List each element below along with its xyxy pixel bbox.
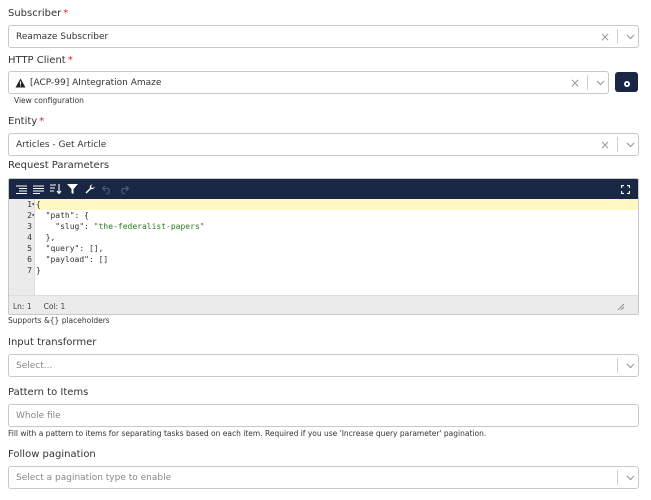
input-transformer-select[interactable]: Select...	[8, 354, 639, 377]
required-marker: *	[39, 116, 45, 127]
fold-icon[interactable]: ▾	[31, 210, 35, 221]
chevron-down-icon[interactable]	[622, 142, 638, 148]
entity-value: Articles - Get Article	[16, 139, 107, 150]
code-editor[interactable]: 1 ▾ 2 ▾ 3 4 5 6 7 { "path": { "slug": "the…	[8, 178, 639, 315]
subscriber-value: Reamaze Subscriber	[16, 31, 109, 42]
select-separator	[617, 470, 618, 485]
resize-handle-icon[interactable]	[617, 303, 625, 312]
placeholders-helper: Supports &{} placeholders	[8, 316, 110, 325]
compact-icon[interactable]	[30, 179, 47, 199]
follow-pagination-label: Follow pagination	[8, 449, 96, 460]
view-configuration-link[interactable]: View configuration	[14, 96, 84, 105]
redo-icon[interactable]	[115, 179, 132, 199]
http-client-value: [ACP-99] AIntegration Amaze	[30, 77, 162, 88]
code-area[interactable]: 1 ▾ 2 ▾ 3 4 5 6 7 { "path": { "slug": "the…	[9, 199, 638, 295]
select-separator	[617, 358, 618, 373]
select-separator	[617, 137, 618, 152]
pattern-to-items-label: Pattern to Items	[8, 387, 89, 398]
http-client-config-button[interactable]	[615, 72, 638, 92]
line-number: 1 ▾	[27, 199, 35, 210]
warning-icon	[9, 78, 26, 88]
required-marker: *	[63, 8, 69, 19]
select-separator	[617, 29, 618, 44]
follow-pagination-select[interactable]: Select a pagination type to enable	[8, 466, 639, 489]
status-column: Col: 1	[43, 301, 66, 311]
gear-icon	[623, 73, 631, 92]
http-client-label: HTTP Client *	[8, 55, 73, 66]
code-line: "path": {	[36, 211, 89, 220]
fullscreen-icon[interactable]	[617, 179, 634, 199]
select-separator	[587, 75, 588, 90]
chevron-down-icon[interactable]	[622, 475, 638, 481]
chevron-down-icon[interactable]	[592, 80, 608, 86]
undo-icon[interactable]	[98, 179, 115, 199]
subscriber-select[interactable]: Reamaze Subscriber ×	[8, 25, 639, 48]
chevron-down-icon[interactable]	[622, 363, 638, 369]
pattern-to-items-helper: Fill with a pattern to items for separat…	[8, 429, 487, 438]
line-gutter: 1 ▾ 2 ▾ 3 4 5 6 7	[9, 199, 35, 295]
line-number: 6	[27, 255, 32, 264]
editor-toolbar	[9, 179, 638, 199]
fold-icon[interactable]: ▾	[31, 199, 35, 210]
code-line: "slug": "the-federalist-papers"	[36, 222, 205, 231]
format-icon[interactable]	[13, 179, 30, 199]
request-parameters-label: Request Parameters	[8, 160, 110, 171]
input-transformer-placeholder: Select...	[16, 360, 53, 371]
clear-icon[interactable]: ×	[567, 77, 583, 89]
code-line: "query": [],	[36, 244, 104, 253]
follow-pagination-placeholder: Select a pagination type to enable	[16, 472, 172, 483]
filter-icon[interactable]	[64, 179, 81, 199]
pattern-to-items-input[interactable]: Whole file	[8, 404, 639, 427]
code-line: "payload": []	[36, 255, 109, 264]
entity-label: Entity *	[8, 116, 45, 127]
subscriber-label: Subscriber *	[8, 8, 69, 19]
input-transformer-label: Input transformer	[8, 337, 97, 348]
required-marker: *	[67, 55, 73, 66]
line-number: 2 ▾	[27, 210, 35, 221]
entity-select[interactable]: Articles - Get Article ×	[8, 133, 639, 156]
code-line: }	[36, 266, 41, 275]
line-number: 4	[27, 233, 32, 242]
editor-statusbar: Ln: 1 Col: 1	[9, 295, 638, 314]
http-client-select[interactable]: [ACP-99] AIntegration Amaze ×	[8, 71, 609, 94]
clear-icon[interactable]: ×	[597, 139, 613, 151]
line-number: 5	[27, 244, 32, 253]
chevron-down-icon[interactable]	[622, 34, 638, 40]
code-line: },	[36, 233, 56, 242]
line-number: 3	[27, 222, 32, 231]
status-line: Ln: 1	[13, 301, 32, 311]
sort-icon[interactable]	[47, 179, 64, 199]
code-content[interactable]: { "path": { "slug": "the-federalist-pape…	[35, 199, 638, 295]
code-line: {	[36, 199, 638, 210]
form: Subscriber * Reamaze Subscriber × HTTP Cl…	[0, 0, 651, 500]
wrench-icon[interactable]	[81, 179, 98, 199]
clear-icon[interactable]: ×	[597, 31, 613, 43]
line-number: 7	[27, 266, 32, 275]
